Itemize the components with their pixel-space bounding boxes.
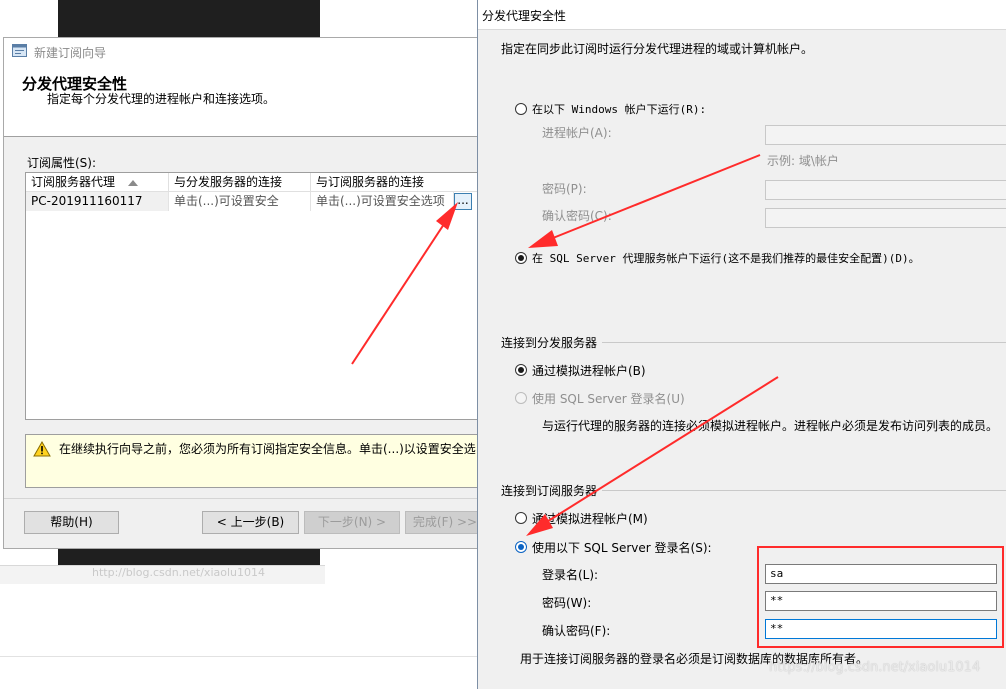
warning-panel: 在继续执行向导之前，您必须为所有订阅指定安全信息。单击(...)以设置安全选 [25, 434, 487, 488]
process-account-label: 进程帐户(A): [542, 126, 612, 140]
column-header-agent[interactable]: 订阅服务器代理 [26, 173, 169, 192]
distributor-sql-login-radio[interactable] [515, 392, 527, 404]
column-header-distributor-connection[interactable]: 与分发服务器的连接 [169, 173, 311, 192]
back-button[interactable]: < 上一步(B) [202, 511, 299, 534]
warning-message: 在继续执行向导之前，您必须为所有订阅指定安全信息。单击(...)以设置安全选 [59, 442, 476, 456]
subscriber-confirm-password-label: 确认密码(F): [542, 624, 611, 638]
wizard-header: 分发代理安全性 指定每个分发代理的进程帐户和连接选项。 [4, 65, 482, 137]
password-label: 密码(P): [542, 182, 587, 196]
subscriber-impersonate-radio[interactable] [515, 512, 527, 524]
background-strip-text: http://blog.csdn.net/xiaolu1014 [92, 566, 265, 579]
wizard-titlebar: 新建订阅向导 [4, 38, 482, 65]
run-as-sql-agent-radio[interactable] [515, 252, 527, 264]
subscriber-sql-login-radio[interactable] [515, 541, 527, 553]
run-as-sql-agent-label[interactable]: 在 SQL Server 代理服务帐户下运行(这不是我们推荐的最佳安全配置)(D… [532, 250, 920, 266]
finish-button[interactable]: 完成(F) >> [405, 511, 485, 534]
column-header-subscriber-connection[interactable]: 与订阅服务器的连接 [311, 173, 481, 192]
annotation-highlight-box [757, 546, 1004, 648]
background-divider [0, 656, 480, 657]
next-button[interactable]: 下一步(N) > [304, 511, 400, 534]
process-account-example: 示例: 域\帐户 [767, 154, 839, 168]
subscriber-sql-login-label[interactable]: 使用以下 SQL Server 登录名(S): [532, 539, 712, 556]
warning-icon [33, 441, 51, 457]
dialog-description: 指定在同步此订阅时运行分发代理进程的域或计算机帐户。 [501, 42, 814, 56]
distributor-group-heading: 连接到分发服务器 [501, 336, 598, 350]
distributor-impersonate-radio[interactable] [515, 364, 527, 376]
column-header-agent-label: 订阅服务器代理 [31, 175, 116, 189]
confirm-password-input[interactable] [765, 208, 1006, 228]
distributor-group-line [602, 342, 1006, 343]
grid-cell-subscriber-connection[interactable]: 单击(...)可设置安全选项 [311, 192, 454, 211]
wizard-window-title: 新建订阅向导 [34, 46, 107, 60]
new-subscription-wizard: 新建订阅向导 分发代理安全性 指定每个分发代理的进程帐户和连接选项。 订阅属性(… [3, 37, 487, 549]
wizard-app-icon [12, 44, 27, 57]
grid-cell-distributor-connection[interactable]: 单击(...)可设置安全 [169, 192, 311, 211]
process-account-input[interactable] [765, 125, 1006, 145]
subscription-properties-grid[interactable]: 订阅服务器代理 与分发服务器的连接 与订阅服务器的连接 PC-201911160… [25, 172, 482, 420]
distributor-impersonate-label[interactable]: 通过模拟进程帐户(B) [532, 362, 646, 379]
login-name-label: 登录名(L): [542, 568, 599, 582]
subscriber-impersonate-label[interactable]: 通过模拟进程帐户(M) [532, 510, 648, 527]
dialog-titlebar: 分发代理安全性 [478, 0, 1006, 30]
wizard-footer-divider [4, 498, 482, 499]
sort-ascending-icon [128, 180, 138, 186]
security-ellipsis-button[interactable]: ... [454, 193, 472, 210]
wizard-page-subtitle: 指定每个分发代理的进程帐户和连接选项。 [47, 92, 276, 106]
confirm-password-label: 确认密码(C): [542, 209, 612, 223]
subscriber-group-heading: 连接到订阅服务器 [501, 484, 598, 498]
dialog-title: 分发代理安全性 [482, 9, 567, 23]
grid-cell-agent[interactable]: PC-201911160117 [26, 192, 169, 211]
run-as-windows-account-radio[interactable] [515, 103, 527, 115]
password-input[interactable] [765, 180, 1006, 200]
subscriber-group-line [602, 490, 1006, 491]
distributor-note: 与运行代理的服务器的连接必须模拟进程帐户。进程帐户必须是发布访问列表的成员。 [542, 419, 999, 433]
watermark: https://blog.csdn.net/xiaolu1014 [769, 660, 981, 675]
subscriber-password-label: 密码(W): [542, 596, 592, 610]
distributor-sql-login-label[interactable]: 使用 SQL Server 登录名(U) [532, 390, 685, 407]
help-button[interactable]: 帮助(H) [24, 511, 119, 534]
run-as-windows-account-label[interactable]: 在以下 Windows 帐户下运行(R): [532, 101, 706, 117]
subscription-properties-label: 订阅属性(S): [27, 156, 97, 170]
